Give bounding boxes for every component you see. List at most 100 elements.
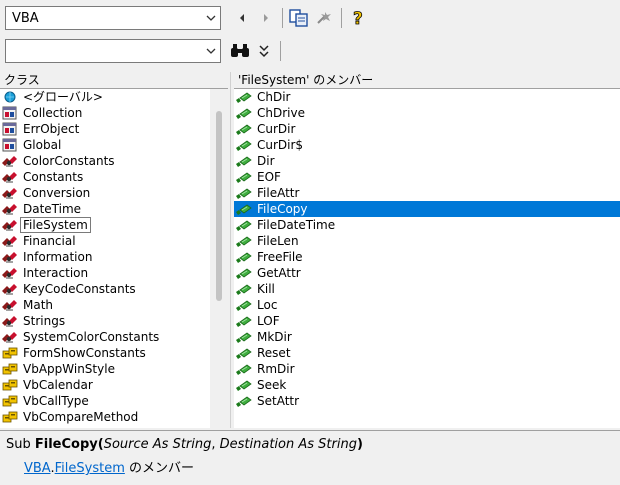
class-icon	[0, 105, 20, 121]
module-icon	[0, 329, 20, 345]
chevron-down-icon[interactable]	[202, 40, 220, 62]
member-item[interactable]: GetAttr	[234, 265, 620, 281]
member-item-label: LOF	[257, 314, 280, 328]
library-link[interactable]: VBA	[24, 461, 50, 476]
class-item-label: Financial	[23, 234, 76, 248]
method-icon	[234, 121, 254, 137]
member-item[interactable]: CurDir$	[234, 137, 620, 153]
classes-scrollbar[interactable]	[212, 89, 226, 428]
member-item[interactable]: CurDir	[234, 121, 620, 137]
classes-header: クラス	[0, 72, 228, 89]
library-combo[interactable]: VBA	[5, 6, 221, 30]
toolbar-separator	[341, 8, 342, 28]
member-item[interactable]: FileAttr	[234, 185, 620, 201]
help-icon[interactable]: ?	[347, 7, 369, 29]
member-item-label: Loc	[257, 298, 278, 312]
class-item[interactable]: ErrObject	[0, 121, 210, 137]
signature-keyword: Sub	[6, 437, 35, 452]
class-item[interactable]: DateTime	[0, 201, 210, 217]
members-header: 'FileSystem' のメンバー	[234, 72, 620, 89]
classes-list[interactable]: <グローバル> Collection ErrObject Global ColorCon…	[0, 89, 210, 428]
module-icon	[0, 201, 20, 217]
member-item[interactable]: FreeFile	[234, 249, 620, 265]
class-item[interactable]: Conversion	[0, 185, 210, 201]
class-item[interactable]: Math	[0, 297, 210, 313]
binoculars-icon[interactable]	[229, 40, 251, 62]
copy-icon[interactable]	[288, 7, 310, 29]
member-item-label: Reset	[257, 346, 291, 360]
class-item[interactable]: Constants	[0, 169, 210, 185]
class-item-label: VbAppWinStyle	[23, 362, 115, 376]
member-item[interactable]: FileLen	[234, 233, 620, 249]
member-item[interactable]: ChDir	[234, 89, 620, 105]
class-item[interactable]: Information	[0, 249, 210, 265]
class-item-label: Strings	[23, 314, 66, 328]
enum-icon	[0, 377, 20, 393]
method-icon	[234, 313, 254, 329]
enum-icon	[0, 393, 20, 409]
class-item[interactable]: Interaction	[0, 265, 210, 281]
module-icon	[0, 265, 20, 281]
class-item[interactable]: Collection	[0, 105, 210, 121]
class-item-label: Collection	[23, 106, 83, 120]
class-link[interactable]: FileSystem	[55, 461, 125, 476]
chevron-down-icon[interactable]	[202, 7, 220, 29]
member-item[interactable]: LOF	[234, 313, 620, 329]
class-item-label: DateTime	[23, 202, 82, 216]
member-item[interactable]: FileCopy	[234, 201, 620, 217]
member-signature: Sub FileCopy(Source As String, Destinati…	[6, 437, 620, 457]
method-icon	[234, 249, 254, 265]
class-item[interactable]: Financial	[0, 233, 210, 249]
class-item[interactable]: KeyCodeConstants	[0, 281, 210, 297]
member-item[interactable]: Kill	[234, 281, 620, 297]
class-item-label: Global	[23, 138, 62, 152]
member-item-label: FileCopy	[254, 201, 311, 217]
member-item[interactable]: RmDir	[234, 361, 620, 377]
scrollbar-thumb[interactable]	[216, 111, 222, 301]
class-item[interactable]: SystemColorConstants	[0, 329, 210, 345]
pane-divider	[230, 72, 231, 428]
member-item[interactable]: Loc	[234, 297, 620, 313]
member-item[interactable]: SetAttr	[234, 393, 620, 409]
class-item[interactable]: ColorConstants	[0, 153, 210, 169]
signature-separator: ,	[211, 437, 220, 452]
globe-icon	[0, 89, 20, 105]
class-item[interactable]: VbAppWinStyle	[0, 361, 210, 377]
method-icon	[234, 233, 254, 249]
class-item-label: VbCalendar	[23, 378, 93, 392]
member-owner: VBA.FileSystem のメンバー	[6, 457, 620, 476]
member-item[interactable]: Dir	[234, 153, 620, 169]
class-item[interactable]: Strings	[0, 313, 210, 329]
toolbar-separator	[282, 8, 283, 28]
signature-close: )	[356, 437, 363, 452]
class-item[interactable]: <グローバル>	[0, 89, 210, 105]
member-item[interactable]: Reset	[234, 345, 620, 361]
module-icon	[0, 217, 20, 233]
class-item-label: Math	[23, 298, 54, 312]
member-item-label: ChDrive	[257, 106, 305, 120]
member-item[interactable]: FileDateTime	[234, 217, 620, 233]
class-item[interactable]: FormShowConstants	[0, 345, 210, 361]
class-item[interactable]: VbCallType	[0, 393, 210, 409]
class-item[interactable]: Global	[0, 137, 210, 153]
toggle-results-icon[interactable]	[253, 40, 275, 62]
class-item[interactable]: VbCalendar	[0, 377, 210, 393]
class-item[interactable]: VbCompareMethod	[0, 409, 210, 425]
member-item[interactable]: ChDrive	[234, 105, 620, 121]
forward-arrow-icon[interactable]	[255, 7, 277, 29]
search-combo[interactable]	[5, 39, 221, 63]
member-item[interactable]: EOF	[234, 169, 620, 185]
member-item-label: RmDir	[257, 362, 295, 376]
member-item-label: FileAttr	[257, 186, 300, 200]
class-item[interactable]: FileSystem	[0, 217, 210, 233]
member-item[interactable]: Seek	[234, 377, 620, 393]
member-item[interactable]: MkDir	[234, 329, 620, 345]
owner-suffix: のメンバー	[124, 461, 194, 476]
svg-text:?: ?	[353, 9, 363, 27]
members-list[interactable]: ChDir ChDrive CurDir CurDir$ Dir EOF FileAttr F…	[234, 89, 620, 428]
view-definition-icon[interactable]	[314, 7, 336, 29]
back-arrow-icon[interactable]	[231, 7, 253, 29]
class-item-label: Constants	[23, 170, 84, 184]
method-icon	[234, 105, 254, 121]
class-item-label: Conversion	[23, 186, 91, 200]
